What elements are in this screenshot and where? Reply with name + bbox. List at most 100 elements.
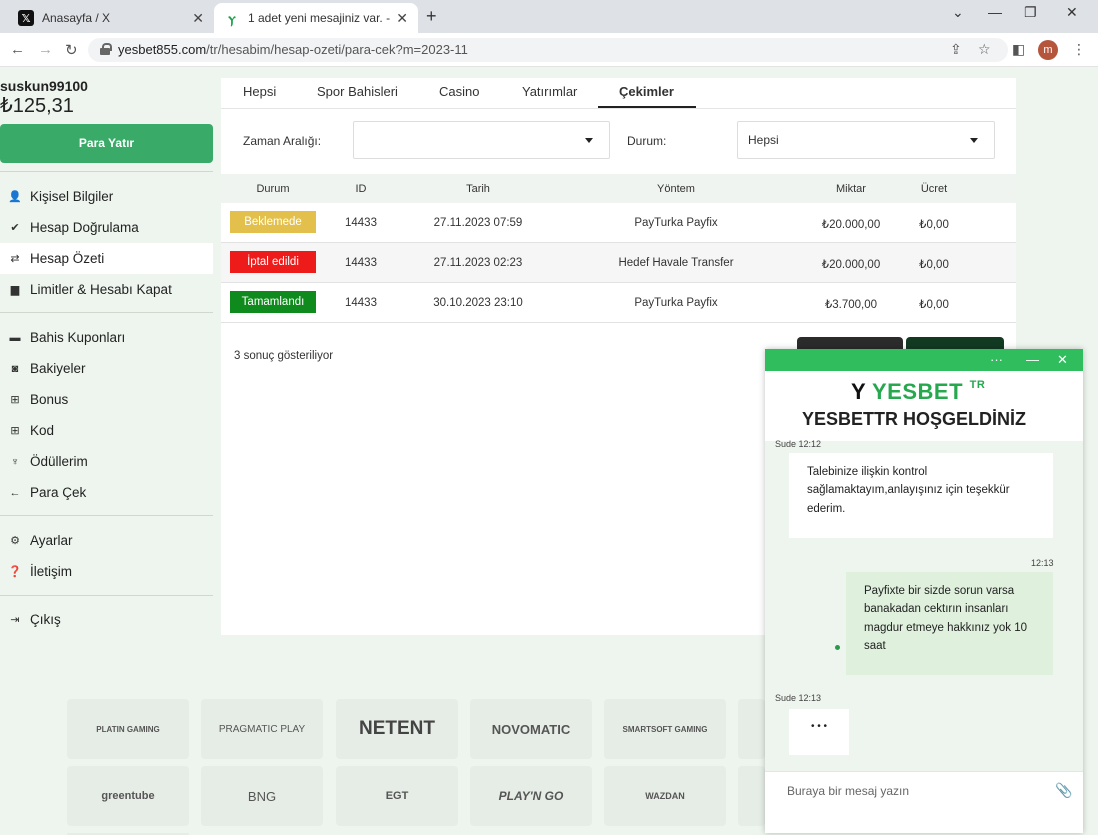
browser-tab-yesbet[interactable]: ⲩ 1 adet yeni mesajiniz var. - GLOB ✕ [214, 3, 418, 33]
window-close-icon[interactable]: ✕ [1066, 4, 1078, 21]
more-horiz-icon[interactable]: ··· [990, 352, 1003, 367]
user-icon: 👤 [8, 191, 22, 203]
sidebar-item-label: Ödüllerim [30, 454, 88, 469]
column-header: ID [355, 183, 367, 195]
sidebar-item-limits[interactable]: ▆ Limitler & Hesabı Kapat [0, 274, 213, 305]
status-badge: Tamamlandı [230, 291, 316, 313]
reload-icon[interactable]: ↻ [65, 41, 78, 59]
browser-tab-bar: 𝕏 Anasayfa / X ✕ ⲩ 1 adet yeni mesajiniz… [0, 0, 1098, 33]
new-tab-icon[interactable]: + [426, 6, 437, 27]
divider [0, 171, 213, 172]
sidebar-item-contact[interactable]: ❓ İletişim [0, 556, 213, 587]
chat-message-input[interactable]: Buraya bir mesaj yazın 📎 [765, 771, 1083, 833]
chevron-down-icon[interactable]: ⌄ [952, 4, 964, 21]
chat-welcome-title: YESBETTR HOŞGELDİNİZ [802, 409, 1027, 429]
deposit-button[interactable]: Para Yatır [0, 124, 213, 163]
question-icon: ❓ [8, 566, 22, 578]
table-row: Beklemede 14433 27.11.2023 07:59 PayTurk… [221, 203, 1016, 243]
yesbet-logo-icon: Y [851, 379, 866, 404]
close-icon[interactable]: ✕ [192, 10, 204, 27]
restore-icon[interactable]: ❐ [1024, 4, 1037, 21]
check-circle-icon: ✔ [10, 222, 20, 234]
status-label: Durum: [627, 134, 667, 148]
status-value: Hepsi [748, 133, 779, 147]
sidebar-item-label: Çıkış [30, 612, 61, 627]
tab-all[interactable]: Hepsi [243, 84, 276, 99]
row-amount: ₺20.000,00 [821, 259, 881, 271]
date-range-select[interactable] [353, 121, 610, 159]
provider-logo[interactable] [738, 699, 765, 759]
row-fee: ₺0,00 [919, 299, 949, 311]
sidebar-item-settings[interactable]: ⚙ Ayarlar [0, 525, 213, 556]
provider-logo[interactable]: NETENT [336, 699, 458, 759]
minimize-icon[interactable]: — [988, 4, 1002, 20]
provider-logo[interactable]: SMARTSOFT GAMING [604, 699, 726, 759]
profile-avatar[interactable]: m [1038, 40, 1058, 60]
provider-logo[interactable]: NOVOMATIC [470, 699, 592, 759]
back-icon[interactable]: ← [10, 41, 25, 58]
provider-logo[interactable] [738, 766, 765, 826]
star-icon[interactable]: ☆ [978, 41, 991, 58]
row-method: PayTurka Payfix [634, 297, 718, 309]
user-message: Payfixte bir sizde sorun varsa banakadan… [846, 572, 1053, 675]
x-logo-icon: 𝕏 [18, 10, 34, 26]
close-icon[interactable]: ✕ [1057, 352, 1068, 368]
table-row: İptal edildi 14433 27.11.2023 02:23 Hede… [221, 243, 1016, 283]
trophy-icon: ♆ [10, 455, 20, 468]
provider-logo[interactable]: PLAY'N GO [470, 766, 592, 826]
more-vert-icon[interactable]: ⋮ [1072, 41, 1086, 58]
sidebar-item-bonus[interactable]: ⊞ Bonus [0, 384, 213, 415]
chat-brand-header: Y YESBET TR YESBETTR HOŞGELDİNİZ [765, 371, 1083, 441]
url-path: /tr/hesabim/hesap-ozeti/para-cek?m=2023-… [206, 42, 468, 57]
sidebar-item-account-summary[interactable]: ⇄ Hesap Özeti [0, 243, 213, 274]
forward-icon[interactable]: → [38, 41, 53, 58]
tab-casino[interactable]: Casino [439, 84, 479, 99]
row-amount: ₺20.000,00 [821, 219, 881, 231]
sidebar-item-code[interactable]: ⊞ Kod [0, 415, 213, 446]
agent-meta: Sude 12:12 [775, 439, 822, 449]
row-date: 27.11.2023 07:59 [433, 217, 523, 229]
divider [0, 312, 213, 313]
sidebar-item-bet-slips[interactable]: ▬ Bahis Kuponları [0, 322, 213, 353]
sidebar-item-label: Ayarlar [30, 533, 73, 548]
sidebar-item-balances[interactable]: ◙ Bakiyeler [0, 353, 213, 384]
browser-tab-x[interactable]: 𝕏 Anasayfa / X ✕ [8, 3, 214, 33]
share-icon[interactable]: ⇪ [950, 41, 962, 58]
lock-icon[interactable] [100, 43, 112, 55]
provider-logo[interactable]: greentube [67, 766, 189, 826]
username: suskun99100 [0, 78, 88, 94]
balance: ₺125,31 [0, 95, 74, 117]
tab-title: Anasayfa / X [42, 11, 111, 25]
status-select[interactable]: Hepsi [737, 121, 995, 159]
sidebar-item-withdraw[interactable]: ← Para Çek [0, 477, 213, 508]
row-fee: ₺0,00 [919, 219, 949, 231]
tab-withdrawals[interactable]: Çekimler [619, 84, 674, 99]
row-id: 14433 [345, 297, 377, 309]
sidebar-item-logout[interactable]: ⇥ Çıkış [0, 604, 213, 635]
sidebar-item-label: Bonus [30, 392, 69, 407]
sidebar-item-rewards[interactable]: ♆ Ödüllerim [0, 446, 213, 477]
provider-name: PRAGMATIC PLAY [218, 723, 306, 735]
url-input[interactable]: yesbet855.com/tr/hesabim/hesap-ozeti/par… [88, 38, 1008, 62]
gift-icon: ⊞ [10, 394, 20, 406]
provider-name: NETENT [359, 718, 435, 739]
sidepanel-icon[interactable]: ◧ [1012, 41, 1025, 58]
provider-logo[interactable]: PLATIN GAMING [67, 699, 189, 759]
provider-logo[interactable]: BNG [201, 766, 323, 826]
provider-logo[interactable]: WAZDAN [604, 766, 726, 826]
sidebar-item-label: Bahis Kuponları [30, 330, 126, 345]
provider-name: greentube [101, 790, 155, 802]
sidebar-item-verification[interactable]: ✔ Hesap Doğrulama [0, 212, 213, 243]
column-header: Durum [256, 183, 290, 195]
column-header: Tarih [466, 183, 490, 195]
table-row: Tamamlandı 14433 30.10.2023 23:10 PayTur… [221, 283, 1016, 323]
sidebar-item-personal-info[interactable]: 👤 Kişisel Bilgiler [0, 181, 213, 212]
provider-logo[interactable]: PRAGMATIC PLAY [201, 699, 323, 759]
tab-deposits[interactable]: Yatırımlar [522, 84, 577, 99]
paperclip-icon[interactable]: 📎 [1055, 782, 1072, 799]
tab-sports-bets[interactable]: Spor Bahisleri [317, 84, 398, 99]
ticket-icon: ▬ [9, 331, 21, 344]
close-icon[interactable]: ✕ [396, 10, 408, 27]
minimize-icon[interactable]: — [1026, 352, 1039, 367]
provider-logo[interactable]: EGT [336, 766, 458, 826]
